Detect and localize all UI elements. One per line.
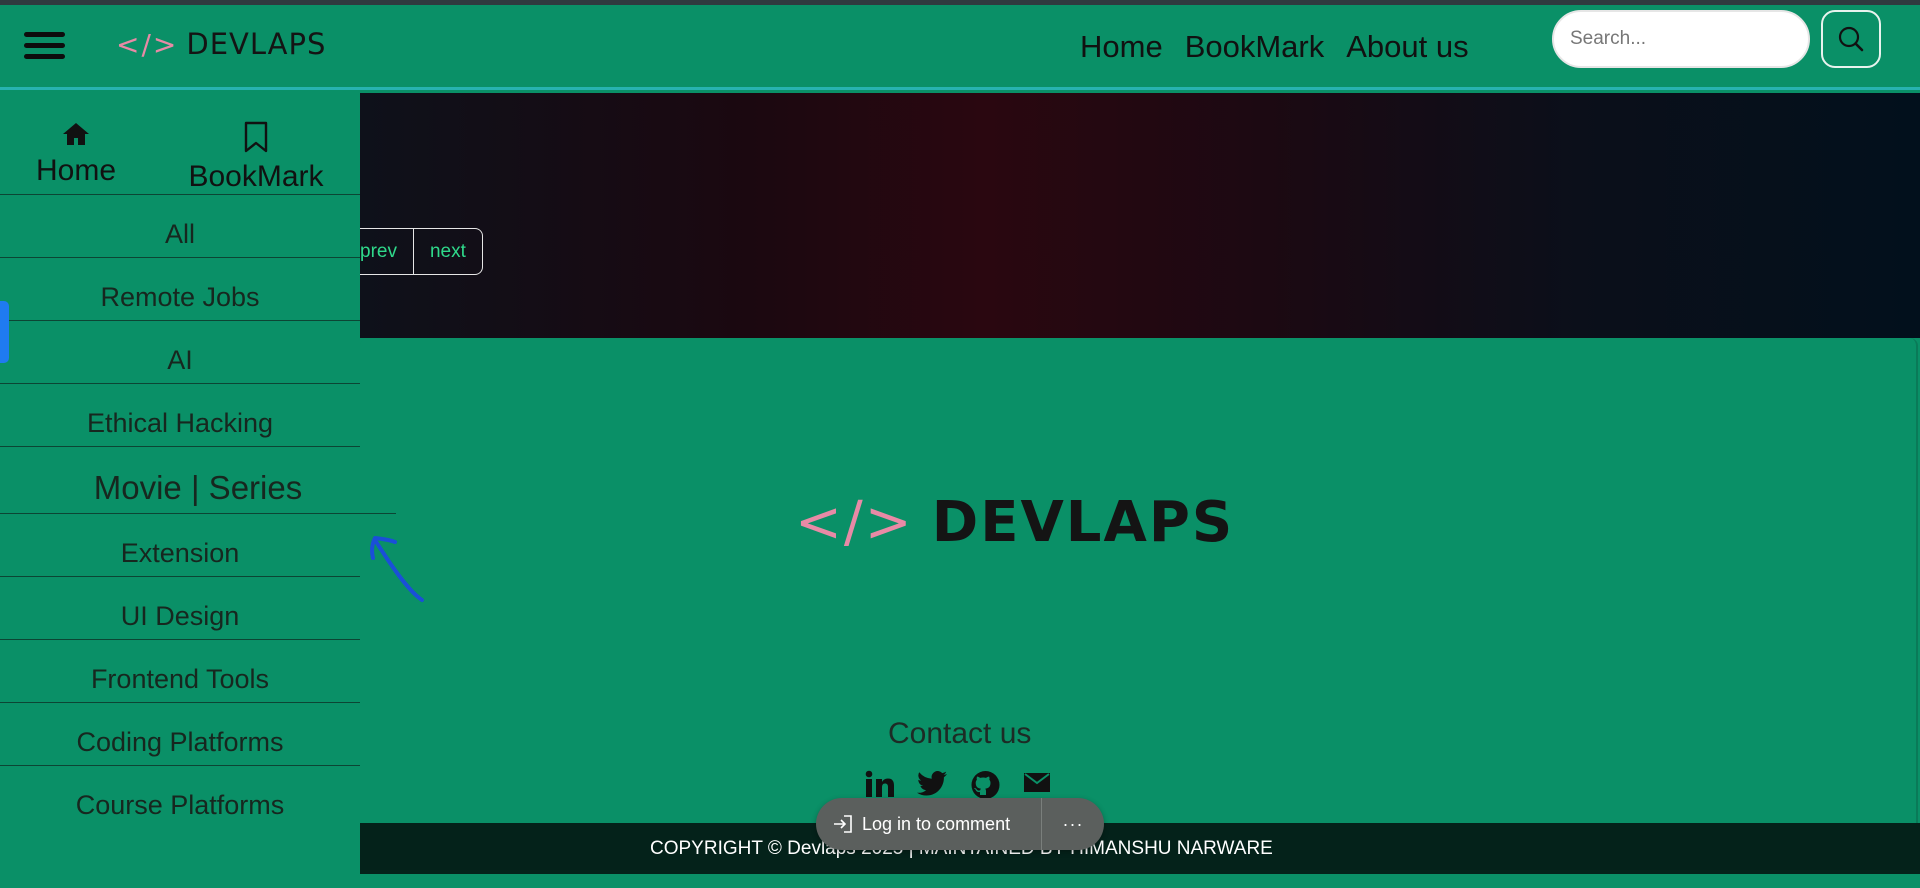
category-extension[interactable]: Extension (0, 514, 360, 577)
category-ethical-hacking[interactable]: Ethical Hacking (0, 384, 360, 447)
category-frontend-tools[interactable]: Frontend Tools (0, 640, 360, 703)
nav-about-link[interactable]: About us (1346, 29, 1468, 65)
category-all[interactable]: All (0, 195, 360, 258)
sidebar-tab-home[interactable]: Home (0, 93, 152, 194)
category-ui-design[interactable]: UI Design (0, 577, 360, 640)
linkedin-icon[interactable] (864, 770, 895, 798)
code-brackets-icon: </> (116, 27, 179, 61)
comment-bar: Log in to comment ··· (816, 798, 1104, 850)
category-remote-jobs[interactable]: Remote Jobs (0, 258, 360, 321)
category-course-platforms[interactable]: Course Platforms (0, 766, 360, 829)
sign-in-icon (834, 815, 852, 833)
social-links (864, 770, 1051, 800)
nav-bookmark-link[interactable]: BookMark (1185, 29, 1325, 65)
annotation-arrow-icon (369, 536, 424, 602)
hamburger-menu-icon[interactable] (24, 32, 65, 62)
home-icon (63, 123, 89, 145)
more-options-button[interactable]: ··· (1042, 814, 1104, 835)
search-icon (1838, 26, 1864, 52)
mail-icon[interactable] (1023, 770, 1051, 794)
sidebar-tab-bookmark[interactable]: BookMark (152, 93, 360, 194)
category-label: Movie | Series (93, 469, 303, 506)
bookmark-icon (244, 121, 268, 153)
category-coding-platforms[interactable]: Coding Platforms (0, 703, 360, 766)
sidebar-menu: Home BookMark All Remote Jobs AI Ethical… (0, 93, 396, 888)
footer-logo: </> DEVLAPS (795, 490, 1234, 555)
sidebar-top-tabs: Home BookMark (0, 93, 360, 195)
search-button[interactable] (1821, 10, 1881, 68)
hero-banner (360, 93, 1920, 338)
next-button[interactable]: next (414, 229, 482, 274)
logo-wordmark: DEVLAPS (186, 27, 327, 61)
twitter-icon[interactable] (917, 770, 948, 798)
code-brackets-icon: </> (795, 490, 914, 555)
bottom-strip (360, 874, 1920, 888)
pager: prev next (350, 228, 483, 275)
main-nav: Home BookMark About us (1080, 29, 1469, 65)
login-label: Log in to comment (862, 813, 1011, 834)
nav-home-link[interactable]: Home (1080, 29, 1163, 65)
logo-wordmark: DEVLAPS (931, 490, 1235, 555)
side-edge-tab[interactable] (0, 301, 9, 363)
login-to-comment-button[interactable]: Log in to comment (816, 798, 1042, 850)
sidebar-tab-label: BookMark (188, 160, 324, 193)
sidebar-tab-label: Home (35, 154, 117, 187)
github-icon[interactable] (970, 770, 1001, 800)
search-input[interactable] (1552, 10, 1810, 68)
category-movie-series[interactable]: Movie | Series (0, 447, 396, 514)
main-content (360, 338, 1918, 878)
contact-title: Contact us (888, 717, 1032, 750)
header-logo[interactable]: </> DEVLAPS (116, 27, 326, 61)
category-ai[interactable]: AI (0, 321, 360, 384)
